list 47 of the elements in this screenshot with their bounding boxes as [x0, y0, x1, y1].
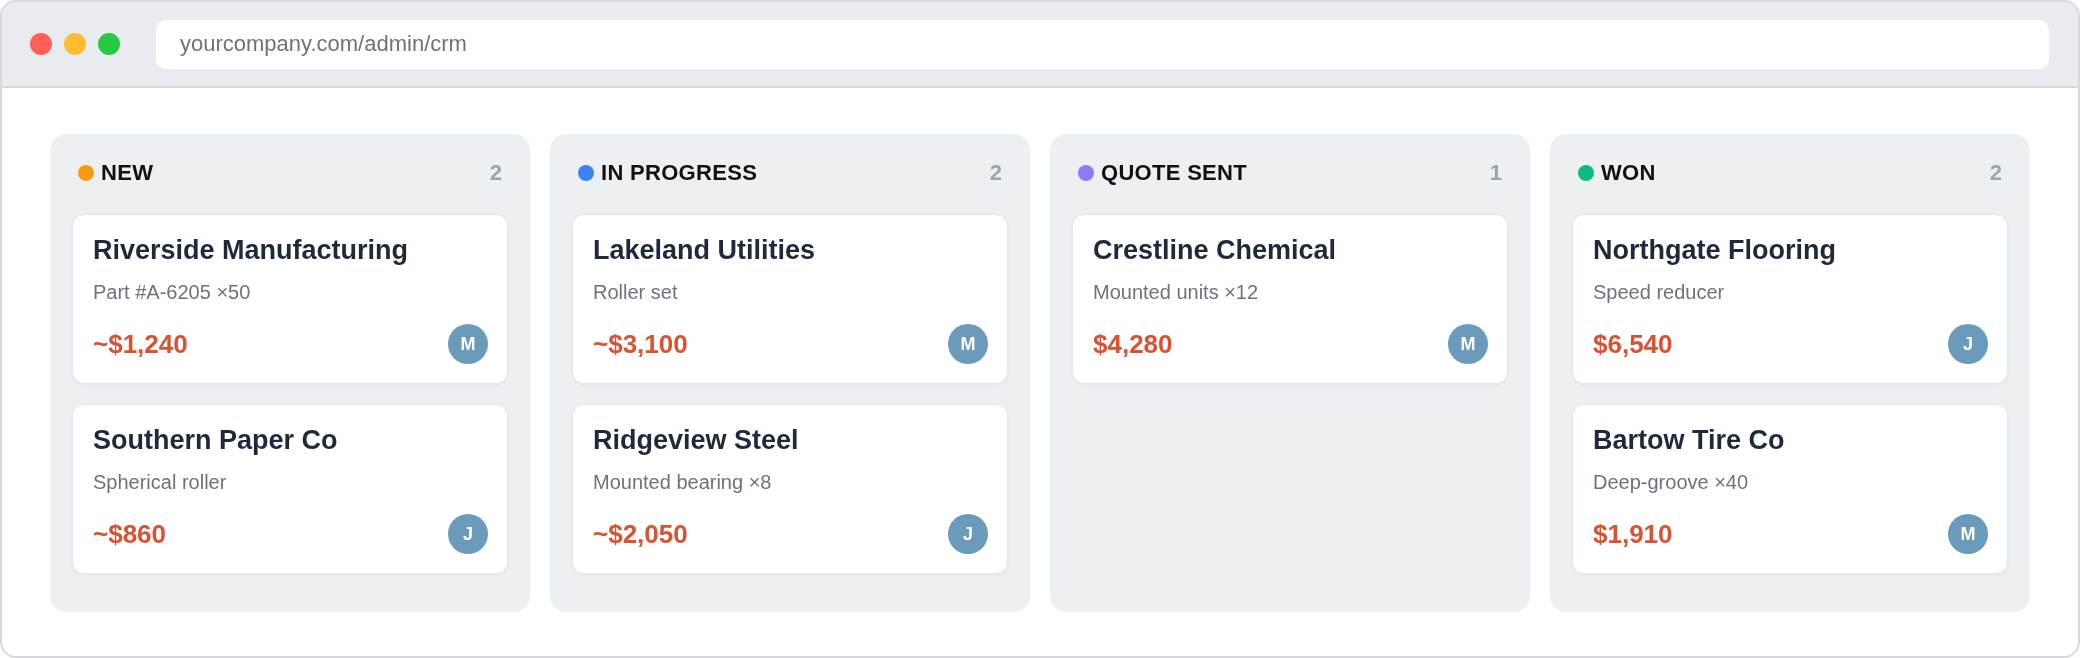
company-name: Southern Paper Co [93, 424, 339, 456]
deal-item: Spherical roller [93, 470, 228, 495]
deal-amount: $4,280 [1093, 328, 1173, 360]
company-name: Northgate Flooring [1593, 234, 1837, 266]
company-name: Ridgeview Steel [593, 424, 800, 456]
column-title: IN PROGRESS [601, 160, 758, 186]
card-count: 2 [489, 160, 502, 186]
deal-card[interactable]: Crestline Chemical Mounted units ×12 $4,280 M [1072, 214, 1508, 384]
deal-card[interactable]: Ridgeview Steel Mounted bearing ×8 ~$2,050 J [572, 404, 1008, 574]
address-bar[interactable]: yourcompany.com/admin/crm [156, 19, 2049, 69]
card-count: 2 [1989, 160, 2002, 186]
deal-item: Mounted bearing ×8 [593, 470, 773, 495]
company-name: Lakeland Utilities [593, 234, 817, 266]
owner-avatar: M [948, 324, 988, 364]
deal-card[interactable]: Northgate Flooring Speed reducer $6,540 J [1572, 214, 2008, 384]
company-name: Bartow Tire Co [1593, 424, 1786, 456]
deal-amount: ~$1,240 [93, 328, 188, 360]
deal-amount: ~$3,100 [593, 328, 688, 360]
owner-avatar: J [1948, 324, 1988, 364]
card-count: 1 [1489, 160, 1502, 186]
column-title: QUOTE SENT [1101, 160, 1247, 186]
maximize-icon[interactable] [98, 33, 120, 55]
deal-item: Speed reducer [1593, 280, 1726, 305]
close-icon[interactable] [30, 33, 52, 55]
owner-avatar: M [1448, 324, 1488, 364]
deal-amount: ~$2,050 [593, 518, 688, 550]
deal-card[interactable]: Southern Paper Co Spherical roller ~$860 J [72, 404, 508, 574]
owner-avatar: J [448, 514, 488, 554]
deal-amount: $1,910 [1593, 518, 1673, 550]
deal-amount: $6,540 [1593, 328, 1673, 360]
company-name: Riverside Manufacturing [93, 234, 410, 266]
deal-item: Mounted units ×12 [1093, 280, 1260, 305]
deal-item: Deep-groove ×40 [1593, 470, 1750, 495]
deal-item: Roller set [593, 280, 679, 305]
deal-card[interactable]: Bartow Tire Co Deep-groove ×40 $1,910 M [1572, 404, 2008, 574]
deal-card[interactable]: Lakeland Utilities Roller set ~$3,100 M [572, 214, 1008, 384]
card-count: 2 [989, 160, 1002, 186]
owner-avatar: M [1948, 514, 1988, 554]
column-title: NEW [101, 160, 154, 186]
owner-avatar: J [948, 514, 988, 554]
deal-amount: ~$860 [93, 518, 167, 550]
deal-item: Part #A-6205 ×50 [93, 280, 252, 305]
minimize-icon[interactable] [64, 33, 86, 55]
column-title: WON [1601, 160, 1656, 186]
company-name: Crestline Chemical [1093, 234, 1338, 266]
owner-avatar: M [448, 324, 488, 364]
deal-card[interactable]: Riverside Manufacturing Part #A-6205 ×50 ~$1,240 M [72, 214, 508, 384]
